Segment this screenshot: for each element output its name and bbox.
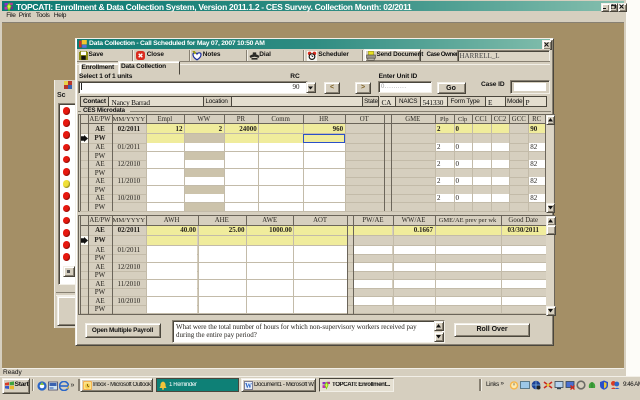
svg-text:W: W bbox=[245, 382, 252, 390]
